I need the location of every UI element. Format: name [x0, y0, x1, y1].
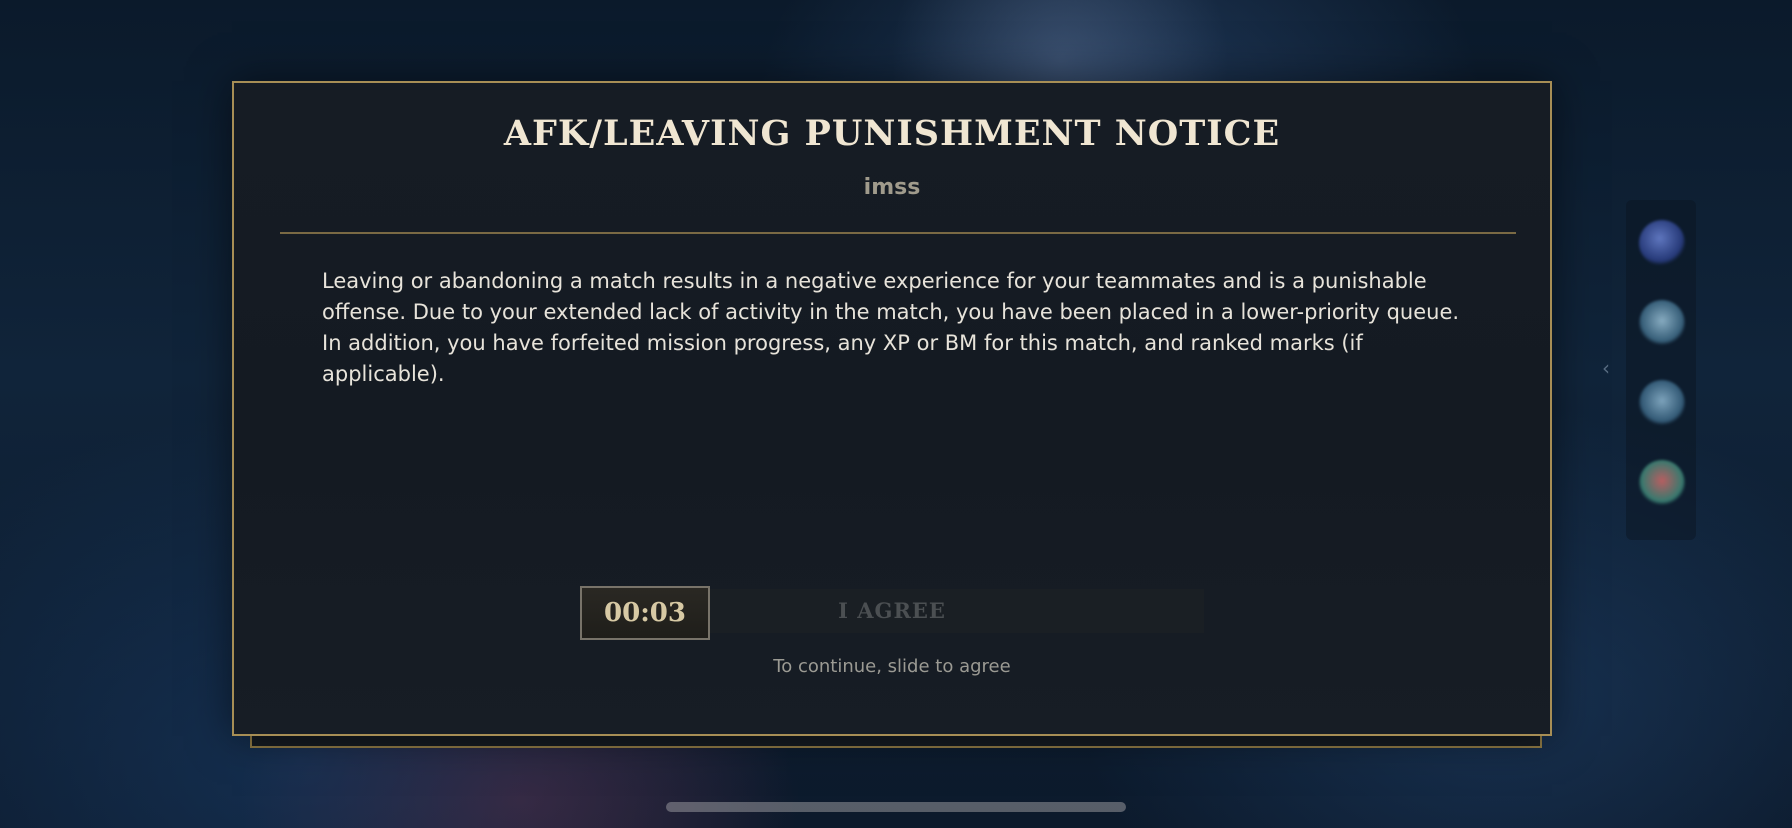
rail-chest-icon[interactable]: [1639, 300, 1685, 346]
rail-champion-icon[interactable]: [1639, 220, 1685, 266]
side-rail: [1626, 200, 1696, 540]
notice-body: Leaving or abandoning a match results in…: [322, 269, 1460, 386]
punishment-notice-dialog: AFK/LEAVING PUNISHMENT NOTICE imss Leavi…: [232, 81, 1552, 736]
dialog-title: AFK/LEAVING PUNISHMENT NOTICE: [503, 113, 1281, 154]
chevron-left-icon[interactable]: ‹: [1602, 356, 1616, 380]
dialog-base-frame: [250, 734, 1542, 748]
rail-emote-icon[interactable]: [1639, 460, 1685, 506]
game-background: ‹ AFK/LEAVING PUNISHMENT NOTICE imss Lea…: [0, 0, 1792, 828]
rail-chest-icon[interactable]: [1639, 380, 1685, 426]
home-indicator[interactable]: [666, 802, 1126, 812]
agree-slider[interactable]: I AGREE 00:03: [580, 586, 1206, 640]
player-name: imss: [863, 175, 921, 200]
divider: [280, 232, 1516, 234]
slide-hint: To continue, slide to agree: [773, 656, 1011, 677]
slider-handle-timer[interactable]: 00:03: [580, 586, 710, 640]
agree-label: I AGREE: [838, 598, 946, 623]
